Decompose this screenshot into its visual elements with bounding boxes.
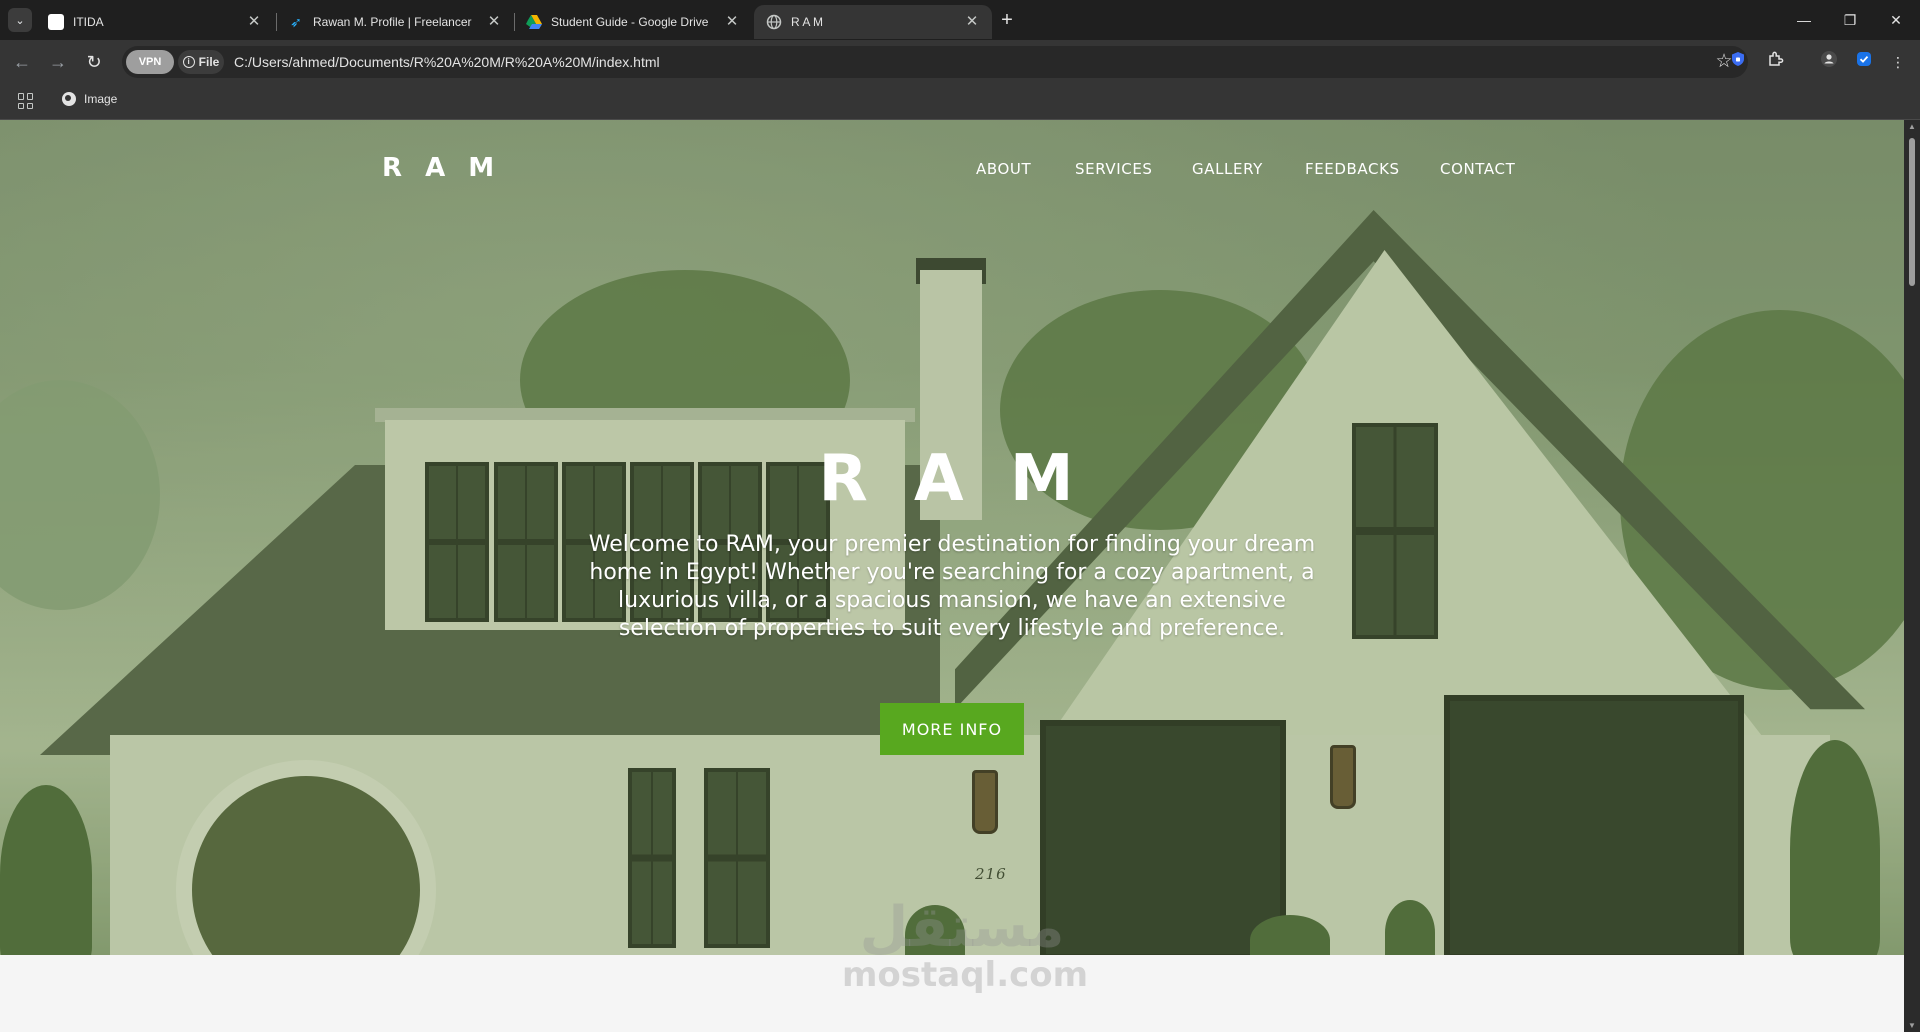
nav-link-contact[interactable]: CONTACT: [1440, 160, 1515, 178]
scrollbar-thumb[interactable]: [1909, 138, 1915, 286]
page-viewport: 216 R A M ABOUT SERVICES GALLERY FEEDBAC…: [0, 120, 1904, 1032]
tab-title: Rawan M. Profile | Freelancer: [313, 15, 472, 29]
watermark: مستقل mostaql.com: [842, 895, 1089, 995]
more-info-label: MORE INFO: [901, 719, 1003, 739]
tab-google-drive[interactable]: Student Guide - Google Drive ✕: [514, 5, 752, 39]
bookmark-globe-icon: [62, 92, 76, 106]
more-info-button[interactable]: MORE INFO: [880, 703, 1024, 755]
profile-avatar-icon[interactable]: [1817, 50, 1841, 74]
reload-icon[interactable]: ↻: [82, 50, 106, 74]
site-nav: ABOUT SERVICES GALLERY FEEDBACKS CONTACT: [0, 160, 1904, 182]
scroll-up-icon[interactable]: ▲: [1907, 122, 1917, 131]
page-scrollbar[interactable]: ▲ ▼: [1904, 120, 1920, 1032]
close-tab-icon[interactable]: ✕: [724, 14, 740, 30]
bookmarks-bar: Image: [0, 84, 1920, 120]
tab-search-button[interactable]: ⌄: [8, 8, 32, 32]
vpn-label: VPN: [138, 56, 162, 68]
scroll-down-icon[interactable]: ▼: [1907, 1021, 1917, 1030]
forward-arrow-icon[interactable]: →: [46, 50, 70, 74]
tab-ram-active[interactable]: R A M ✕: [754, 5, 992, 39]
tab-freelancer[interactable]: ➶ Rawan M. Profile | Freelancer ✕: [276, 5, 514, 39]
kebab-menu-icon[interactable]: ⋮: [1886, 50, 1910, 74]
globe-icon: [766, 14, 782, 30]
close-window-icon[interactable]: ✕: [1884, 8, 1908, 32]
nav-link-feedbacks[interactable]: FEEDBACKS: [1305, 160, 1400, 178]
hero-section: 216 R A M ABOUT SERVICES GALLERY FEEDBAC…: [0, 120, 1904, 955]
site-info-chip[interactable]: i File: [178, 50, 224, 74]
minimize-icon[interactable]: —: [1792, 8, 1816, 32]
close-tab-icon[interactable]: ✕: [964, 14, 980, 30]
tab-strip: ⌄ ITIDA ✕ ➶ Rawan M. Profile | Freelance…: [0, 0, 1920, 40]
browser-toolbar: ← → ↻ VPN i File C:/Users/ahmed/Document…: [0, 40, 1920, 84]
url-text[interactable]: C:/Users/ahmed/Documents/R%20A%20M/R%20A…: [234, 54, 660, 70]
watermark-latin: mostaql.com: [842, 955, 1089, 995]
address-bar[interactable]: VPN i File C:/Users/ahmed/Documents/R%20…: [122, 46, 1748, 78]
tab-title: Student Guide - Google Drive: [551, 15, 709, 29]
itida-favicon-icon: [48, 14, 64, 30]
browser-window: ⌄ ITIDA ✕ ➶ Rawan M. Profile | Freelance…: [0, 0, 1920, 1032]
close-tab-icon[interactable]: ✕: [486, 14, 502, 30]
freelancer-bird-icon: ➶: [290, 14, 302, 30]
tab-title: ITIDA: [73, 15, 104, 29]
watermark-arabic: مستقل: [859, 895, 1065, 960]
hero-title: R A M: [818, 442, 1086, 516]
new-tab-plus-icon[interactable]: +: [996, 9, 1018, 31]
bookmark-image[interactable]: Image: [62, 92, 117, 106]
extension-shield-icon[interactable]: [1726, 50, 1750, 74]
site-info-label: File: [198, 55, 220, 69]
bookmark-label: Image: [84, 92, 118, 106]
restore-icon[interactable]: ❐: [1838, 8, 1862, 32]
extensions-puzzle-icon[interactable]: [1764, 50, 1788, 74]
tab-itida[interactable]: ITIDA ✕: [36, 5, 274, 39]
back-arrow-icon[interactable]: ←: [10, 50, 34, 74]
hero-description: Welcome to RAM, your premier destination…: [588, 532, 1316, 641]
nav-link-gallery[interactable]: GALLERY: [1192, 160, 1263, 178]
verified-check-icon[interactable]: [1852, 50, 1876, 74]
info-icon: i: [182, 56, 195, 68]
vpn-toggle[interactable]: VPN: [126, 50, 174, 74]
nav-link-services[interactable]: SERVICES: [1075, 160, 1153, 178]
google-drive-icon: [526, 14, 542, 30]
tab-title: R A M: [791, 15, 824, 29]
nav-link-about[interactable]: ABOUT: [976, 160, 1031, 178]
apps-grid-icon[interactable]: [18, 93, 34, 109]
close-tab-icon[interactable]: ✕: [246, 14, 262, 30]
